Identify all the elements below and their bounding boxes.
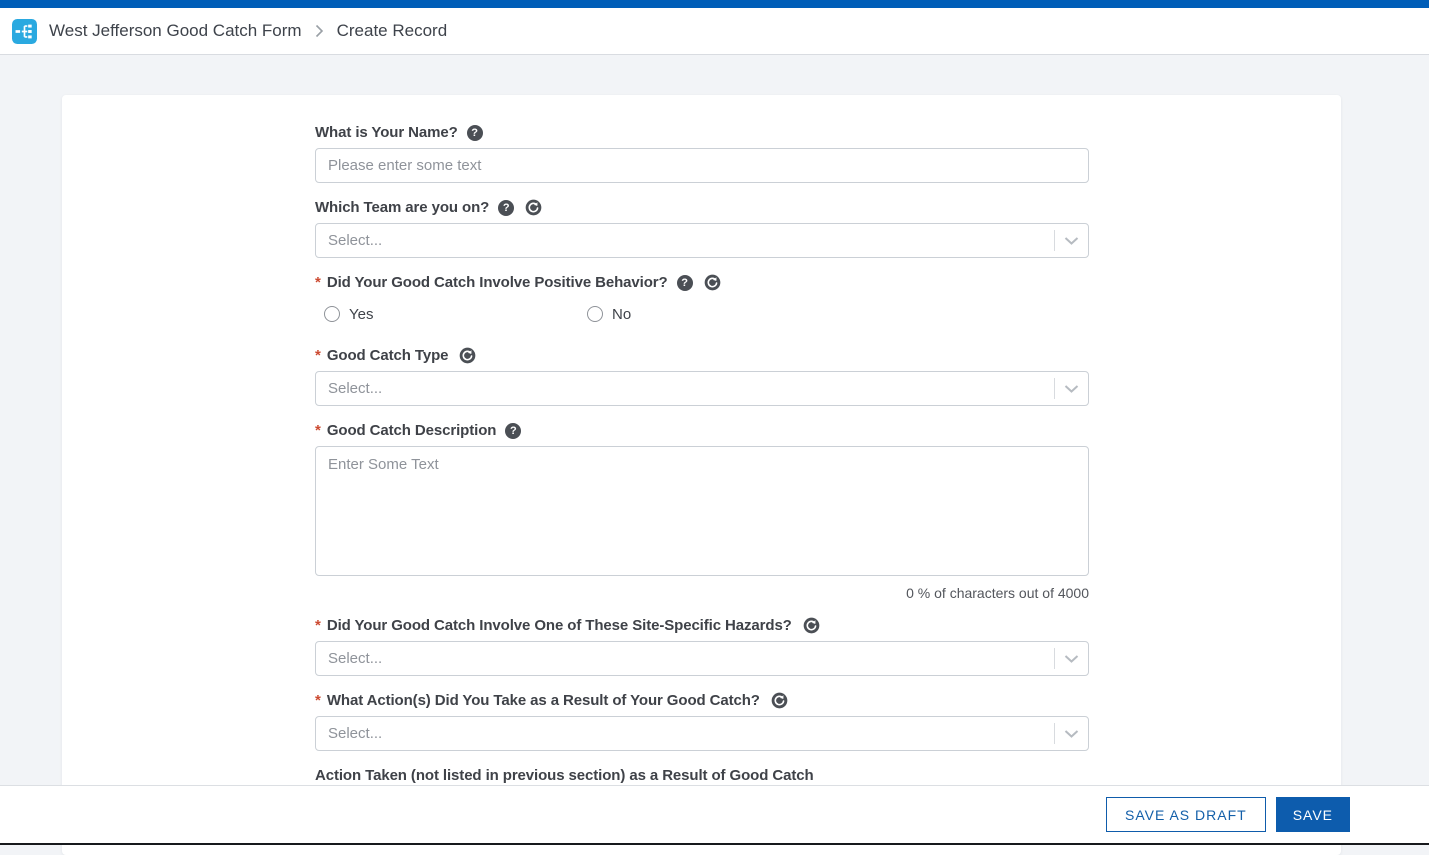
character-counter: 0 % of characters out of 4000	[315, 585, 1089, 601]
chevron-down-icon	[1064, 384, 1079, 393]
field-actions-taken: * What Action(s) Did You Take as a Resul…	[315, 691, 1089, 751]
restore-default-icon[interactable]	[704, 274, 721, 291]
action-footer: SAVE AS DRAFT SAVE	[0, 785, 1429, 843]
hazards-select-value: Select...	[328, 650, 382, 667]
restore-default-icon[interactable]	[803, 617, 820, 634]
select-divider	[1054, 648, 1055, 669]
actions-taken-select[interactable]: Select...	[315, 716, 1089, 751]
required-marker: *	[315, 274, 321, 291]
actions-taken-select-value: Select...	[328, 725, 382, 742]
field-other-action-label: Action Taken (not listed in previous sec…	[315, 767, 814, 784]
positive-behavior-options: Yes No	[315, 304, 1089, 324]
field-actions-taken-label: What Action(s) Did You Take as a Result …	[327, 692, 760, 709]
field-positive-behavior: * Did Your Good Catch Involve Positive B…	[315, 273, 1089, 324]
field-hazards: * Did Your Good Catch Involve One of The…	[315, 616, 1089, 676]
radio-option-yes-label: Yes	[349, 306, 373, 323]
chevron-down-icon	[1064, 729, 1079, 738]
select-divider	[1054, 723, 1055, 744]
required-marker: *	[315, 617, 321, 634]
field-team-label: Which Team are you on?	[315, 199, 489, 216]
help-icon[interactable]: ?	[467, 125, 483, 141]
field-description: * Good Catch Description ? 0 % of charac…	[315, 421, 1089, 601]
radio-option-no-label: No	[612, 306, 631, 323]
restore-default-icon[interactable]	[771, 692, 788, 709]
radio-button[interactable]	[587, 306, 603, 322]
create-record-card: What is Your Name? ? Which Team are you …	[62, 95, 1341, 855]
restore-default-icon[interactable]	[525, 199, 542, 216]
select-divider	[1054, 378, 1055, 399]
required-marker: *	[315, 692, 321, 709]
breadcrumb-current-page: Create Record	[337, 21, 448, 41]
field-description-label: Good Catch Description	[327, 422, 496, 439]
form-app-icon	[12, 19, 37, 44]
select-divider	[1054, 230, 1055, 251]
team-select-value: Select...	[328, 232, 382, 249]
help-icon[interactable]: ?	[677, 275, 693, 291]
hazards-select[interactable]: Select...	[315, 641, 1089, 676]
field-hazards-label: Did Your Good Catch Involve One of These…	[327, 617, 792, 634]
radio-button[interactable]	[324, 306, 340, 322]
name-input[interactable]	[315, 148, 1089, 183]
good-catch-type-select[interactable]: Select...	[315, 371, 1089, 406]
field-good-catch-type: * Good Catch Type Select...	[315, 346, 1089, 406]
team-select[interactable]: Select...	[315, 223, 1089, 258]
app-header: West Jefferson Good Catch Form Create Re…	[0, 8, 1429, 55]
help-icon[interactable]: ?	[505, 423, 521, 439]
field-good-catch-type-label: Good Catch Type	[327, 347, 449, 364]
chevron-right-icon	[315, 24, 324, 38]
description-textarea[interactable]	[315, 446, 1089, 576]
chevron-down-icon	[1064, 654, 1079, 663]
restore-default-icon[interactable]	[459, 347, 476, 364]
field-team: Which Team are you on? ? Select...	[315, 198, 1089, 258]
top-accent-bar	[0, 0, 1429, 8]
radio-option-yes[interactable]: Yes	[324, 306, 587, 323]
help-icon[interactable]: ?	[498, 200, 514, 216]
breadcrumb-form-title[interactable]: West Jefferson Good Catch Form	[49, 21, 302, 41]
field-positive-behavior-label: Did Your Good Catch Involve Positive Beh…	[327, 274, 668, 291]
field-name: What is Your Name? ?	[315, 123, 1089, 183]
chevron-down-icon	[1064, 236, 1079, 245]
save-button[interactable]: SAVE	[1276, 797, 1350, 832]
required-marker: *	[315, 422, 321, 439]
good-catch-type-select-value: Select...	[328, 380, 382, 397]
field-name-label: What is Your Name?	[315, 124, 458, 141]
radio-option-no[interactable]: No	[587, 306, 631, 323]
save-as-draft-button[interactable]: SAVE AS DRAFT	[1106, 797, 1266, 832]
required-marker: *	[315, 347, 321, 364]
